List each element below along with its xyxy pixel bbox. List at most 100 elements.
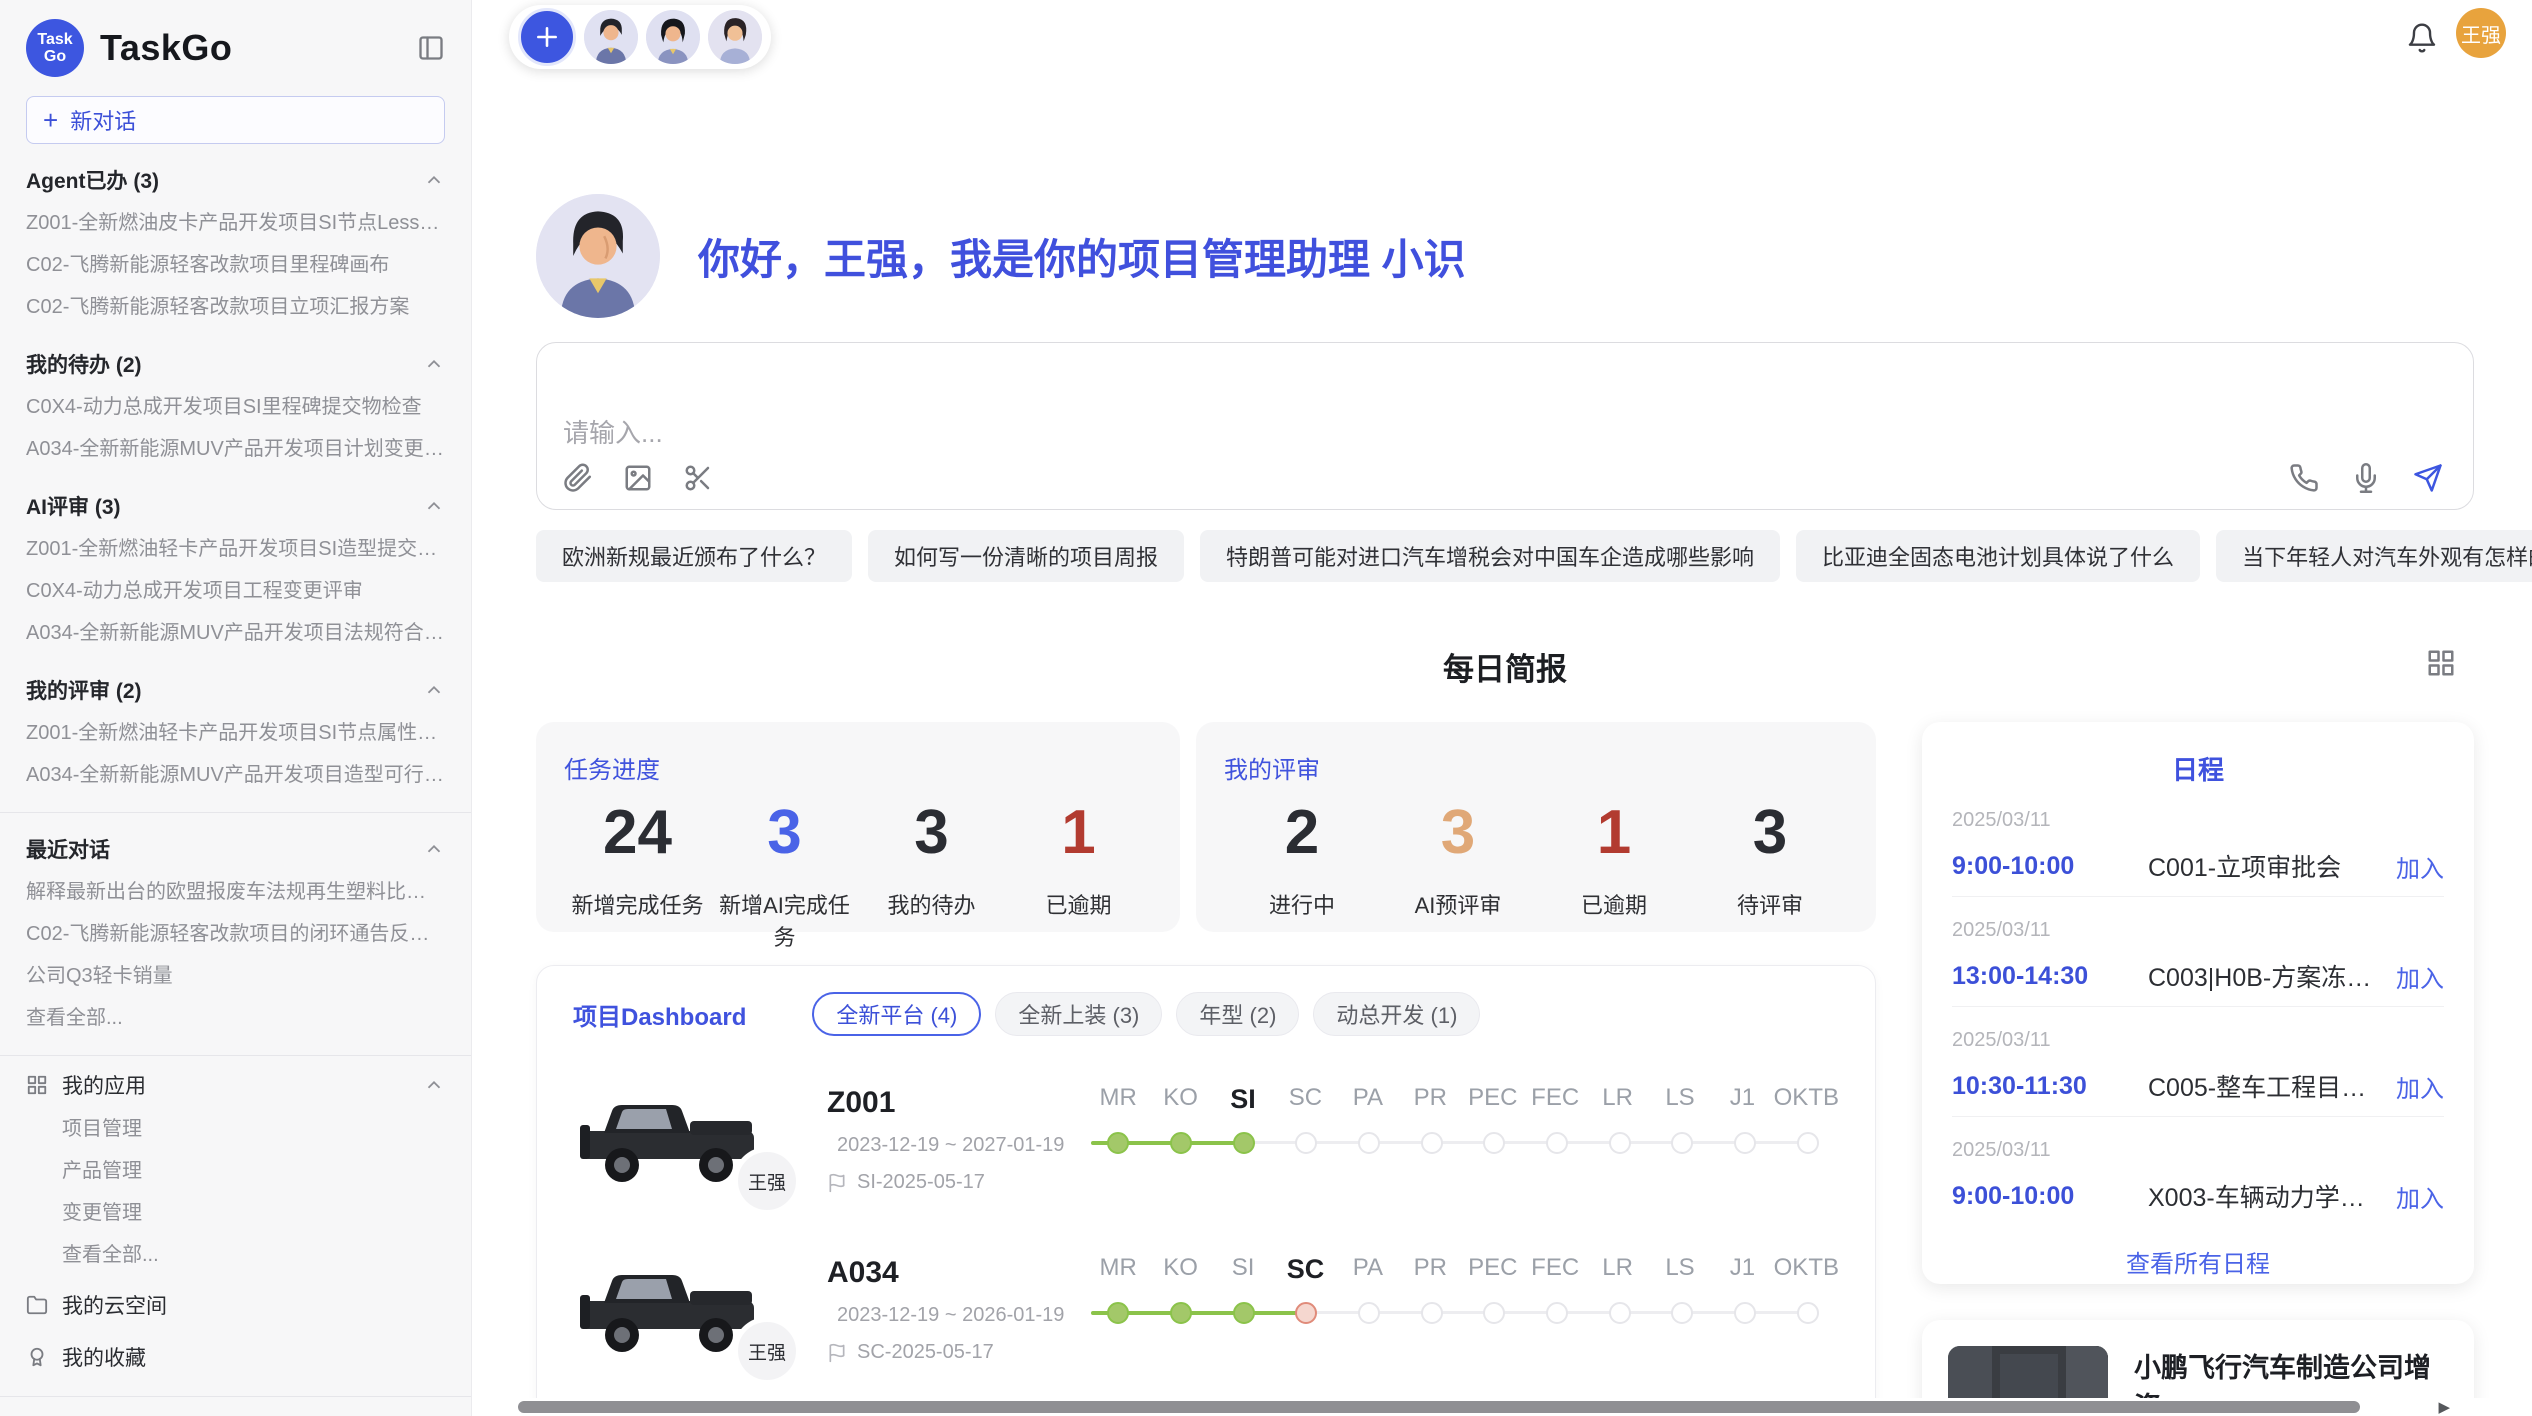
project-row[interactable]: 王强 A034 2023-12-19 ~ 2026-01-19 SC-2025-… bbox=[573, 1236, 1839, 1384]
app-subitem[interactable]: 产品管理 bbox=[26, 1150, 445, 1192]
project-flag-text: SC-2025-05-17 bbox=[857, 1341, 994, 1364]
event-row: 9:00-10:00 X003-车辆动力学性能验... 加入 bbox=[1952, 1178, 2444, 1214]
event-join-link[interactable]: 加入 bbox=[2396, 1069, 2444, 1104]
app-subitem[interactable]: 查看全部... bbox=[26, 1234, 445, 1276]
event-title: X003-车辆动力学性能验... bbox=[2148, 1178, 2382, 1214]
sidebar-item[interactable]: A034-全新新能源MUV产品开发项目造型可行性评审 bbox=[26, 754, 445, 796]
event-date: 2025/03/11 bbox=[1952, 809, 2444, 832]
suggestion-chip[interactable]: 欧洲新规最近颁布了什么？ bbox=[536, 530, 852, 582]
project-row[interactable]: 王强 Z001 2023-12-19 ~ 2027-01-19 SI-2025-… bbox=[573, 1066, 1839, 1214]
horizontal-scrollbar: ▶ bbox=[472, 1398, 2532, 1416]
stat-grid: 24新增完成任务3新增AI完成任务3我的待办1已逾期 bbox=[564, 789, 1152, 952]
sidebar-item[interactable]: A034-全新新能源MUV产品开发项目法规符合性评审 bbox=[26, 612, 445, 654]
sidebar-item[interactable]: C02-飞腾新能源轻客改款项目里程碑画布 bbox=[26, 244, 445, 286]
dashboard-tab[interactable]: 动总开发 (1) bbox=[1313, 992, 1480, 1036]
sidebar-item[interactable]: A034-全新新能源MUV产品开发项目计划变更表编写 bbox=[26, 428, 445, 470]
chat-input-placeholder: 请输入... bbox=[563, 413, 663, 450]
section-header[interactable]: Agent已办 (3) bbox=[26, 158, 445, 202]
sidebar-item[interactable]: Z001-全新燃油轻卡产品开发项目SI造型提交物评审 bbox=[26, 528, 445, 570]
dashboard-tab[interactable]: 全新上装 (3) bbox=[995, 992, 1162, 1036]
event-join-link[interactable]: 加入 bbox=[2396, 849, 2444, 884]
microphone-icon[interactable] bbox=[2351, 463, 2381, 493]
section-header[interactable]: AI评审 (3) bbox=[26, 484, 445, 528]
chevron-up-icon bbox=[423, 353, 445, 375]
paperclip-icon[interactable] bbox=[563, 463, 593, 493]
logo-text-top: Task bbox=[37, 31, 72, 48]
recent-title: 最近对话 bbox=[26, 834, 110, 864]
stat-label: 新增AI完成任务 bbox=[711, 888, 858, 952]
milestone-label: J1 bbox=[1711, 1254, 1773, 1285]
sidebar-item-cloud-space[interactable]: 我的云空间 bbox=[26, 1282, 445, 1328]
milestone-label: MR bbox=[1087, 1254, 1149, 1285]
milestone-track: MRKOSISCPAPRPECFECLRLSJ1OKTB bbox=[1087, 1254, 1839, 1366]
stat-card: 我的评审2进行中3AI预评审1已逾期3待评审 bbox=[1196, 722, 1876, 932]
section-header[interactable]: 我的待办 (2) bbox=[26, 342, 445, 386]
app-title: TaskGo bbox=[100, 27, 232, 69]
stat-grid: 2进行中3AI预评审1已逾期3待评审 bbox=[1224, 789, 1848, 920]
milestone-label: KO bbox=[1149, 1254, 1211, 1285]
sidebar-item-favorites[interactable]: 我的收藏 bbox=[26, 1334, 445, 1380]
project-owner-avatar: 王强 bbox=[733, 1317, 801, 1385]
suggestion-chip[interactable]: 特朗普可能对进口汽车增税会对中国车企造成哪些影响 bbox=[1200, 530, 1780, 582]
milestone-dot bbox=[1609, 1132, 1631, 1154]
app-subitem[interactable]: 项目管理 bbox=[26, 1108, 445, 1150]
sidebar-item[interactable]: Z001-全新燃油轻卡产品开发项目SI节点属性5D文件评审 bbox=[26, 712, 445, 754]
chat-input-card[interactable]: 请输入... bbox=[536, 342, 2474, 510]
suggestion-chip[interactable]: 比亚迪全固态电池计划具体说了什么 bbox=[1796, 530, 2200, 582]
flag-icon bbox=[827, 1343, 847, 1363]
milestone-dot-cell bbox=[1150, 1302, 1213, 1324]
stat-value: 24 bbox=[564, 797, 711, 868]
project-flag: SC-2025-05-17 bbox=[827, 1341, 1059, 1364]
dashboard-tab[interactable]: 年型 (2) bbox=[1176, 992, 1299, 1036]
recent-chat-item[interactable]: 公司Q3轻卡销量 bbox=[26, 955, 445, 997]
stat: 3我的待办 bbox=[858, 789, 1005, 952]
new-chat-button[interactable]: + 新对话 bbox=[26, 96, 445, 144]
sidebar-sections: Agent已办 (3)Z001-全新燃油皮卡产品开发项目SI节点Lesson L… bbox=[26, 158, 445, 796]
suggestion-chip[interactable]: 当下年轻人对汽车外观有怎样的喜好趋势 bbox=[2216, 530, 2532, 582]
recent-chat-item[interactable]: C02-飞腾新能源轻客改款项目的闭环通告反馈情况 bbox=[26, 913, 445, 955]
sidebar-item[interactable]: C0X4-动力总成开发项目工程变更评审 bbox=[26, 570, 445, 612]
sidebar-collapse-icon[interactable] bbox=[417, 34, 445, 62]
milestone-dot-cell bbox=[1526, 1302, 1589, 1324]
image-icon[interactable] bbox=[623, 463, 653, 493]
section-header[interactable]: 最近对话 bbox=[26, 827, 445, 871]
project-dates-text: 2023-12-19 ~ 2027-01-19 bbox=[837, 1134, 1064, 1157]
suggestion-chip[interactable]: 如何写一份清晰的项目周报 bbox=[868, 530, 1184, 582]
cloud-space-label: 我的云空间 bbox=[62, 1290, 167, 1320]
dashboard-tab[interactable]: 全新平台 (4) bbox=[812, 992, 981, 1036]
view-all-schedule-link[interactable]: 查看所有日程 bbox=[1952, 1244, 2444, 1279]
stat-label: 待评审 bbox=[1692, 888, 1848, 920]
send-button[interactable] bbox=[2413, 463, 2443, 493]
section-header[interactable]: 我的评审 (2) bbox=[26, 668, 445, 712]
sidebar-item-ai-staff[interactable]: AI超级员工 bbox=[26, 1403, 445, 1416]
event-join-link[interactable]: 加入 bbox=[2396, 1179, 2444, 1214]
stat-card-title: 任务进度 bbox=[564, 750, 1152, 785]
stat-value: 3 bbox=[858, 797, 1005, 868]
project-list: 王强 Z001 2023-12-19 ~ 2027-01-19 SI-2025-… bbox=[573, 1066, 1839, 1416]
scrollbar-thumb[interactable] bbox=[518, 1401, 2360, 1413]
sidebar-item[interactable]: C02-飞腾新能源轻客改款项目立项汇报方案 bbox=[26, 286, 445, 328]
event-join-link[interactable]: 加入 bbox=[2396, 959, 2444, 994]
project-flag: SI-2025-05-17 bbox=[827, 1171, 1059, 1194]
recent-chat-item[interactable]: 解释最新出台的欧盟报废车法规再生塑料比例被调至15%... bbox=[26, 871, 445, 913]
section-title: 我的评审 (2) bbox=[26, 675, 142, 705]
project-image: 王强 bbox=[573, 1081, 765, 1199]
app-subitem[interactable]: 变更管理 bbox=[26, 1192, 445, 1234]
milestone-dot-cell bbox=[1400, 1302, 1463, 1324]
scrollbar-right-arrow[interactable]: ▶ bbox=[2438, 1398, 2450, 1416]
milestone-dot-cell bbox=[1463, 1132, 1526, 1154]
milestone-dot bbox=[1295, 1302, 1317, 1324]
scissors-icon[interactable] bbox=[683, 463, 713, 493]
milestone-dot bbox=[1421, 1132, 1443, 1154]
sidebar-item[interactable]: Z001-全新燃油皮卡产品开发项目SI节点Lesson Learn报告 bbox=[26, 202, 445, 244]
sidebar-item-my-apps[interactable]: 我的应用 bbox=[26, 1062, 445, 1108]
sidebar-item[interactable]: C0X4-动力总成开发项目SI里程碑提交物检查 bbox=[26, 386, 445, 428]
phone-icon[interactable] bbox=[2289, 463, 2319, 493]
recent-chat-item[interactable]: 查看全部... bbox=[26, 997, 445, 1039]
milestone-label: FEC bbox=[1524, 1084, 1586, 1115]
section-title: AI评审 (3) bbox=[26, 491, 121, 521]
layout-grid-icon[interactable] bbox=[2426, 648, 2456, 678]
stat-value: 3 bbox=[711, 797, 858, 868]
milestone-dot bbox=[1107, 1302, 1129, 1324]
schedule-card: 日程 2025/03/11 9:00-10:00 C001-立项审批会 加入 2… bbox=[1922, 722, 2474, 1284]
